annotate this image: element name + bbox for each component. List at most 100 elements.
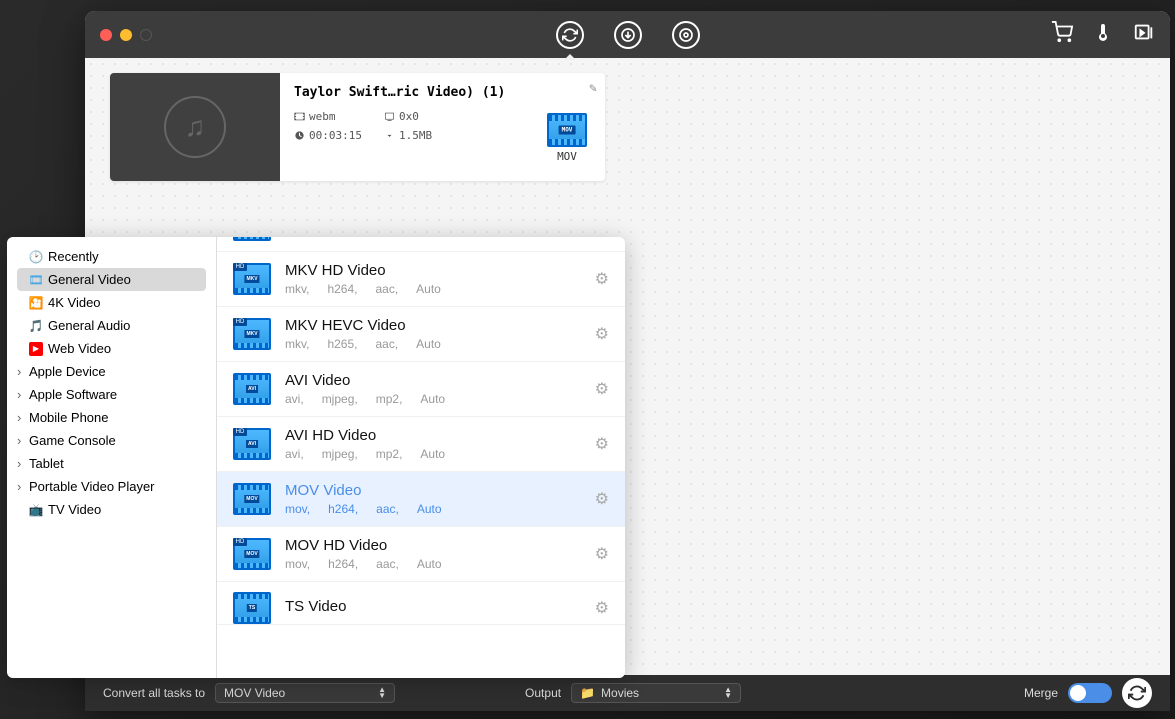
format-item[interactable]: AVI AVI Video avi,mjpeg,mp2,Auto ⚙ bbox=[217, 362, 625, 417]
media-title: Taylor Swift…ric Video) (1) bbox=[294, 85, 591, 100]
category-label: General Audio bbox=[48, 318, 130, 333]
category-label: Web Video bbox=[48, 341, 111, 356]
category-label: Mobile Phone bbox=[29, 410, 109, 425]
music-placeholder-icon: ♫ bbox=[164, 96, 226, 158]
category-label: General Video bbox=[48, 272, 131, 287]
output-format-label: MOV bbox=[547, 150, 587, 163]
format-sub: mkv,h264,aac,Auto bbox=[285, 282, 581, 296]
media-resolution: 0x0 bbox=[384, 110, 474, 123]
thermometer-icon[interactable] bbox=[1093, 22, 1113, 47]
format-name: AVI HD Video bbox=[285, 427, 581, 444]
category-game-console[interactable]: Game Console bbox=[7, 429, 216, 452]
format-item[interactable]: MOVMOV HD Videomov,h264,aac,Auto⚙ bbox=[217, 527, 625, 582]
toolbar-right bbox=[1051, 21, 1155, 48]
output-folder-select[interactable]: 📁Movies ▲▼ bbox=[571, 683, 741, 703]
folder-icon: 📁 bbox=[580, 686, 595, 700]
note-icon: 🎵 bbox=[29, 319, 43, 333]
cart-icon[interactable] bbox=[1051, 21, 1073, 48]
media-thumbnail: ♫ bbox=[110, 73, 280, 181]
format-file-icon: AVI bbox=[233, 428, 271, 460]
format-name: AVI Video bbox=[285, 372, 581, 389]
format-sub: mov,h264,aac,Auto bbox=[285, 502, 581, 516]
gear-icon[interactable]: ⚙ bbox=[595, 269, 609, 289]
format-item[interactable]: TS TS Video ⚙ bbox=[217, 582, 625, 625]
convert-all-label: Convert all tasks to bbox=[103, 686, 205, 700]
youtube-icon: ▶ bbox=[29, 342, 43, 356]
close-window-button[interactable] bbox=[100, 29, 112, 41]
disc-tab[interactable] bbox=[672, 21, 700, 49]
format-item[interactable]: MOV MOV Video mov,h264,aac,Auto ⚙ bbox=[217, 472, 625, 527]
category-label: 4K Video bbox=[48, 295, 101, 310]
format-file-icon: MOV bbox=[233, 483, 271, 515]
category-general-video[interactable]: 🎞 General Video bbox=[17, 268, 206, 291]
format-icon: MOV bbox=[547, 113, 587, 147]
category-web-video[interactable]: ▶ Web Video bbox=[7, 337, 216, 360]
traffic-lights bbox=[100, 29, 152, 41]
category-recently[interactable]: 🕑 Recently bbox=[7, 245, 216, 268]
gear-icon[interactable]: ⚙ bbox=[595, 489, 609, 509]
merge-label: Merge bbox=[1024, 686, 1058, 700]
format-list[interactable]: MKVmkv,h264,aac,Auto⚙MKVMKV HD Videomkv,… bbox=[217, 237, 625, 678]
category-mobile-phone[interactable]: Mobile Phone bbox=[7, 406, 216, 429]
format-file-icon: TS bbox=[233, 592, 271, 624]
category-apple-software[interactable]: Apple Software bbox=[7, 383, 216, 406]
gear-icon[interactable]: ⚙ bbox=[595, 379, 609, 399]
media-library-icon[interactable] bbox=[1133, 21, 1155, 48]
media-size: 1.5MB bbox=[384, 129, 474, 142]
tv-icon: 📺 bbox=[29, 503, 43, 517]
media-duration: 00:03:15 bbox=[294, 129, 384, 142]
merge-toggle[interactable] bbox=[1068, 683, 1112, 703]
format-item[interactable]: AVI AVI HD Video avi,mjpeg,mp2,Auto ⚙ bbox=[217, 417, 625, 472]
format-item[interactable]: MKVmkv,h264,aac,Auto⚙ bbox=[217, 237, 625, 252]
format-name: MKV HEVC Video bbox=[285, 317, 581, 334]
category-label: Game Console bbox=[29, 433, 116, 448]
output-format-badge[interactable]: MOV MOV bbox=[547, 113, 587, 163]
format-file-icon: AVI bbox=[233, 373, 271, 405]
gear-icon[interactable]: ⚙ bbox=[595, 434, 609, 454]
minimize-window-button[interactable] bbox=[120, 29, 132, 41]
category-label: Tablet bbox=[29, 456, 64, 471]
category-4k-video[interactable]: 🎦 4K Video bbox=[7, 291, 216, 314]
format-sub: avi,mjpeg,mp2,Auto bbox=[285, 392, 581, 406]
maximize-window-button[interactable] bbox=[140, 29, 152, 41]
convert-format-select[interactable]: MOV Video ▲▼ bbox=[215, 683, 395, 703]
format-file-icon: MKV bbox=[233, 318, 271, 350]
media-card[interactable]: ♫ ✎ Taylor Swift…ric Video) (1) webm 0x0 bbox=[110, 73, 605, 181]
category-apple-device[interactable]: Apple Device bbox=[7, 360, 216, 383]
download-tab[interactable] bbox=[614, 21, 642, 49]
media-format: webm bbox=[294, 110, 384, 123]
mode-tabs bbox=[556, 21, 700, 49]
format-file-icon: MKV bbox=[233, 263, 271, 295]
format-sub: mov,h264,aac,Auto bbox=[285, 557, 581, 571]
category-label: Recently bbox=[48, 249, 99, 264]
category-label: Apple Device bbox=[29, 364, 106, 379]
category-tablet[interactable]: Tablet bbox=[7, 452, 216, 475]
format-category-sidebar: 🕑 Recently 🎞 General Video 🎦 4K Video 🎵 General… bbox=[7, 237, 217, 678]
format-name: MOV HD Video bbox=[285, 537, 581, 554]
convert-tab[interactable] bbox=[556, 21, 584, 49]
edit-icon[interactable]: ✎ bbox=[589, 81, 597, 96]
category-general-audio[interactable]: 🎵 General Audio bbox=[7, 314, 216, 337]
film-blue-icon: 🎞 bbox=[29, 273, 43, 287]
category-tv-video[interactable]: 📺TV Video bbox=[7, 498, 216, 521]
format-file-icon: MKV bbox=[233, 237, 271, 241]
titlebar bbox=[85, 11, 1170, 58]
format-picker-popup: 🕑 Recently 🎞 General Video 🎦 4K Video 🎵 General… bbox=[7, 237, 625, 678]
clock-icon: 🕑 bbox=[29, 250, 43, 264]
bottom-bar: Convert all tasks to MOV Video ▲▼ Output… bbox=[85, 675, 1170, 711]
4k-icon: 🎦 bbox=[29, 296, 43, 310]
category-portable-video-player[interactable]: Portable Video Player bbox=[7, 475, 216, 498]
category-label: Portable Video Player bbox=[29, 479, 155, 494]
start-convert-button[interactable] bbox=[1122, 678, 1152, 708]
category-label: Apple Software bbox=[29, 387, 117, 402]
format-name: MKV HD Video bbox=[285, 262, 581, 279]
format-item[interactable]: MKV MKV HD Video mkv,h264,aac,Auto ⚙ bbox=[217, 252, 625, 307]
gear-icon[interactable]: ⚙ bbox=[595, 324, 609, 344]
format-name: MOV Video bbox=[285, 482, 581, 499]
format-item[interactable]: MKV MKV HEVC Video mkv,h265,aac,Auto ⚙ bbox=[217, 307, 625, 362]
format-sub: avi,mjpeg,mp2,Auto bbox=[285, 447, 581, 461]
format-sub: mkv,h265,aac,Auto bbox=[285, 337, 581, 351]
gear-icon[interactable]: ⚙ bbox=[595, 544, 609, 564]
format-name: TS Video bbox=[285, 598, 581, 615]
gear-icon[interactable]: ⚙ bbox=[595, 598, 609, 618]
